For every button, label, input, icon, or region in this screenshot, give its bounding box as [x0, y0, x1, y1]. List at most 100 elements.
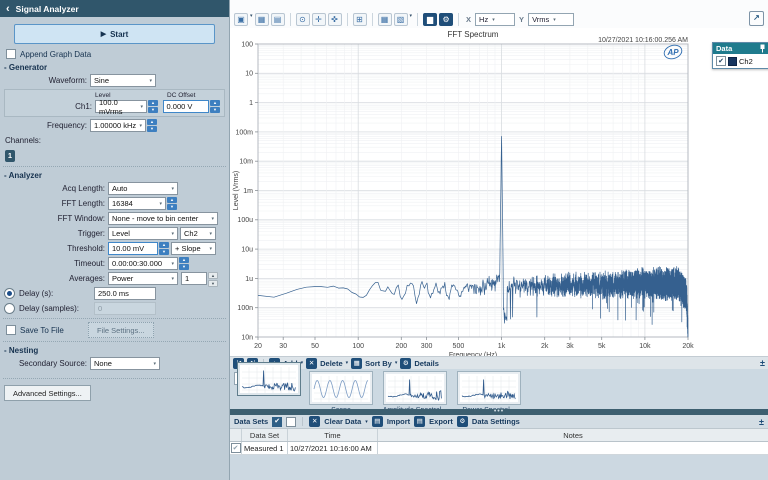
trigger-channel-dropdown[interactable]: Ch2 ▾ — [180, 227, 216, 240]
fft-window-dropdown[interactable]: None - move to bin center ▾ — [108, 212, 218, 225]
zoom-icon[interactable]: ⊙ — [296, 13, 310, 26]
delete-button[interactable]: Delete — [320, 359, 343, 368]
export-button[interactable]: Export — [429, 417, 453, 426]
spin-up-icon[interactable]: ▲ — [167, 197, 177, 203]
analyzer-section-header[interactable]: - Analyzer — [4, 171, 225, 180]
export-icon[interactable]: ▤ — [414, 416, 425, 427]
averages-count-field[interactable]: 1 — [181, 272, 207, 285]
clear-data-button[interactable]: Clear Data — [324, 417, 361, 426]
gear-icon[interactable]: ⚙ — [439, 13, 453, 26]
start-button[interactable]: ▶ Start — [14, 24, 215, 44]
thumbnail-power-spectral[interactable]: Power Spectral... — [456, 372, 522, 409]
table-row[interactable]: ✔ Measured 1 10/27/2021 10:16:00 AM — [230, 442, 768, 455]
save-to-file-checkbox[interactable]: ✔ — [6, 325, 16, 335]
spin-down-icon[interactable]: ▼ — [179, 264, 189, 270]
append-graph-data-checkbox[interactable]: ✔ — [6, 49, 16, 59]
spin-down-icon[interactable]: ▼ — [167, 204, 177, 210]
y-unit-select[interactable]: Vrms ▾ — [528, 13, 574, 26]
fft-length-spinner[interactable]: ▲ ▼ — [167, 197, 177, 210]
frequency-dropdown[interactable]: 1.00000 kHz ▾ — [90, 119, 146, 132]
table-view-icon[interactable]: ▦ — [378, 13, 392, 26]
delay-samples-radio[interactable] — [4, 303, 15, 314]
spin-down-icon[interactable]: ▼ — [147, 126, 157, 132]
import-icon[interactable]: ▤ — [372, 416, 383, 427]
pin-icon[interactable] — [759, 44, 766, 53]
spin-up-icon[interactable]: ▲ — [159, 242, 169, 248]
legend-item-ch2[interactable]: ✔ Ch2 — [713, 54, 768, 68]
waveform-dropdown[interactable]: Sine ▾ — [90, 74, 156, 87]
chevron-down-icon[interactable]: ▾ — [250, 13, 253, 19]
thumbnail-amplitude-spectral[interactable]: Amplitude Spectral... — [382, 372, 448, 409]
delay-s-field[interactable]: 250.0 ms — [94, 287, 156, 300]
spin-down-icon[interactable]: ▼ — [148, 107, 158, 113]
sort-by-button[interactable]: Sort By — [365, 359, 392, 368]
expand-icon[interactable]: ✛ — [312, 13, 326, 26]
slope-dropdown[interactable]: + Slope ▾ — [171, 242, 216, 255]
copy-image-icon[interactable]: ▦ — [255, 13, 269, 26]
spin-down-icon[interactable]: ▼ — [159, 249, 169, 255]
fft-length-dropdown[interactable]: 16384 ▾ — [108, 197, 166, 210]
threshold-spinner[interactable]: ▲ ▼ — [159, 242, 169, 255]
chevron-down-icon[interactable]: ▾ — [395, 360, 398, 366]
spin-up-icon[interactable]: ▲ — [179, 257, 189, 263]
spin-down-icon[interactable]: ▼ — [208, 280, 218, 287]
advanced-settings-button[interactable]: Advanced Settings... — [4, 385, 91, 401]
spin-up-icon[interactable]: ▲ — [147, 119, 157, 125]
details-button[interactable]: Details — [414, 359, 439, 368]
timeout-dropdown[interactable]: 0.00:00:30.000 ▾ — [108, 257, 178, 270]
data-settings-gear-icon[interactable]: ⚙ — [457, 416, 468, 427]
row-checkbox[interactable]: ✔ — [231, 443, 241, 453]
import-button[interactable]: Import — [387, 417, 410, 426]
back-icon[interactable]: ‹ — [6, 4, 10, 14]
thumbnail-fft-spectrum[interactable]: FFT Spectrum — [234, 372, 300, 385]
x-unit-select[interactable]: Hz ▾ — [475, 13, 515, 26]
dc-offset-spinner[interactable]: ▲ ▼ — [210, 100, 220, 113]
generator-section-header[interactable]: - Generator — [4, 63, 225, 72]
frequency-spinner[interactable]: ▲ ▼ — [147, 119, 157, 132]
clear-data-icon[interactable]: ✕ — [309, 416, 320, 427]
chart-settings-icon[interactable]: ▆ — [423, 13, 437, 26]
spin-up-icon[interactable]: ▲ — [148, 100, 158, 106]
averages-type-dropdown[interactable]: Power ▾ — [108, 272, 178, 285]
delay-s-radio[interactable] — [4, 288, 15, 299]
thumbnail-scope[interactable]: Scope — [308, 372, 374, 409]
averages-count-spinner[interactable]: ▲ ▼ — [208, 272, 218, 285]
sort-icon[interactable]: ▦ — [351, 358, 362, 369]
chevron-down-icon[interactable]: ▾ — [301, 360, 304, 366]
secondary-source-dropdown[interactable]: None ▾ — [90, 357, 160, 370]
print-icon[interactable]: ▤ — [271, 13, 285, 26]
dc-offset-field[interactable]: 0.000 V — [163, 100, 209, 113]
ch1-level-spinner[interactable]: ▲ ▼ — [148, 100, 158, 113]
timeout-spinner[interactable]: ▲ ▼ — [179, 257, 189, 270]
open-new-window-icon[interactable]: ↗ — [749, 11, 764, 26]
spin-down-icon[interactable]: ▼ — [210, 107, 220, 113]
channel-1-toggle[interactable]: 1 — [5, 150, 15, 162]
spin-up-icon[interactable]: ▲ — [208, 272, 218, 279]
shrink-icon[interactable]: ✜ — [328, 13, 342, 26]
column-header-data-set[interactable]: Data Set — [242, 429, 288, 441]
chevron-down-icon[interactable]: ▾ — [410, 13, 413, 19]
check-all-icon[interactable]: ✔ — [272, 417, 282, 427]
ch1-level-dropdown[interactable]: 100.0 mVrms ▾ — [95, 100, 147, 113]
data-settings-button[interactable]: Data Settings — [472, 417, 520, 426]
threshold-field[interactable]: 10.00 mV — [108, 242, 158, 255]
acq-length-dropdown[interactable]: Auto ▾ — [108, 182, 178, 195]
fft-spectrum-chart[interactable]: FFT Spectrum 10/27/2021 10:16:00.256 AM … — [230, 28, 768, 356]
column-header-time[interactable]: Time — [288, 429, 378, 441]
delete-icon[interactable]: ✕ — [306, 358, 317, 369]
trigger-type-dropdown[interactable]: Level ▾ — [108, 227, 178, 240]
spin-up-icon[interactable]: ▲ — [210, 100, 220, 106]
nesting-section-header[interactable]: - Nesting — [4, 346, 225, 355]
chevron-down-icon[interactable]: ▾ — [365, 419, 368, 425]
chevron-down-icon[interactable]: ▾ — [346, 360, 349, 366]
collapse-panel-icon[interactable]: ± — [759, 417, 764, 427]
details-gear-icon[interactable]: ⚙ — [400, 358, 411, 369]
save-icon[interactable]: ▣ — [234, 13, 248, 26]
image-view-icon[interactable]: ▧ — [394, 13, 408, 26]
file-settings-button[interactable]: File Settings... — [88, 322, 154, 338]
panels-layout-icon[interactable]: ⊞ — [353, 13, 367, 26]
uncheck-all-icon[interactable]: ✔ — [286, 417, 296, 427]
column-header-notes[interactable]: Notes — [378, 429, 768, 441]
ch2-visibility-checkbox[interactable]: ✔ — [716, 56, 726, 66]
collapse-panel-icon[interactable]: ± — [760, 358, 765, 368]
